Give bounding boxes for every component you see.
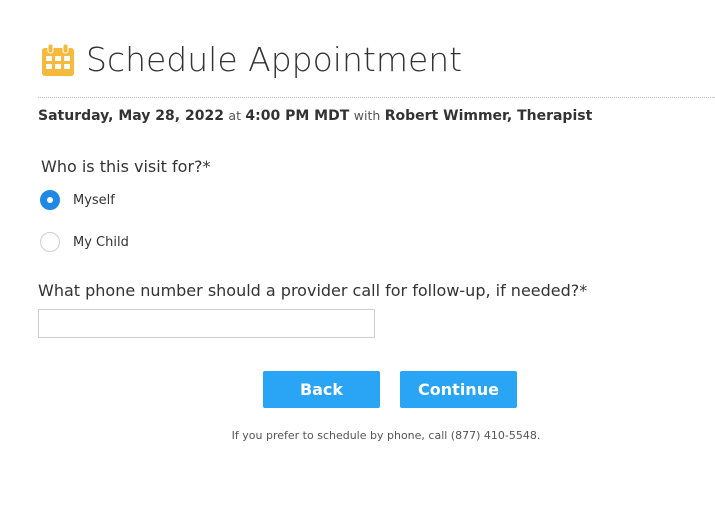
radio-option-myself[interactable]: Myself (40, 190, 115, 210)
radio-button-myself[interactable] (40, 190, 60, 210)
appointment-provider: Robert Wimmer, Therapist (384, 108, 593, 124)
visit-for-question: Who is this visit for?* (41, 157, 211, 176)
calendar-icon (42, 43, 74, 76)
page-header: Schedule Appointment (40, 40, 462, 79)
radio-button-my-child[interactable] (40, 232, 60, 252)
appointment-summary: Saturday, May 28, 2022 at 4:00 PM MDT wi… (38, 108, 592, 124)
phone-question: What phone number should a provider call… (38, 281, 588, 300)
back-button[interactable]: Back (263, 371, 380, 408)
appointment-with-text: with (353, 108, 381, 123)
page-title: Schedule Appointment (86, 40, 463, 79)
header-divider (38, 97, 715, 98)
radio-label-my-child: My Child (73, 234, 129, 250)
radio-option-my-child[interactable]: My Child (40, 232, 129, 252)
appointment-date: Saturday, May 28, 2022 (38, 108, 224, 124)
continue-button[interactable]: Continue (400, 371, 517, 408)
phone-input[interactable] (38, 309, 375, 338)
radio-label-myself: Myself (73, 192, 115, 208)
appointment-time: 4:00 PM MDT (245, 108, 350, 124)
phone-schedule-note: If you prefer to schedule by phone, call… (231, 429, 541, 442)
schedule-appointment-page: Schedule Appointment Saturday, May 28, 2… (0, 0, 715, 515)
appointment-at-text: at (228, 108, 241, 123)
